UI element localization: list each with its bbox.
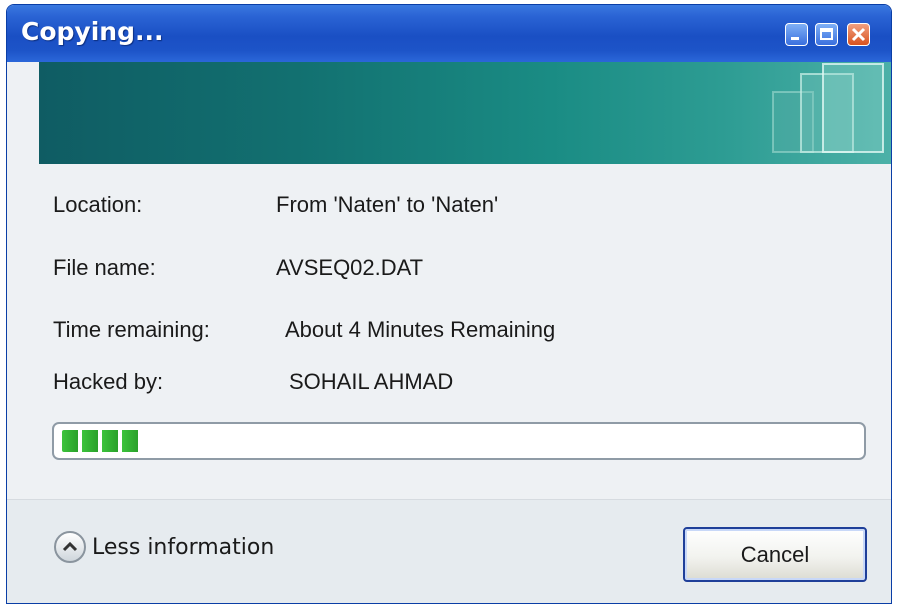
location-label: Location: (53, 192, 143, 217)
window-title: Copying... (21, 17, 164, 46)
location-value: From 'Naten' to 'Naten' (276, 192, 499, 217)
title-bar[interactable]: Copying... (7, 5, 891, 62)
time-remaining-label: Time remaining: (53, 317, 210, 342)
hacked-by-value: SOHAIL AHMAD (289, 369, 454, 394)
windows-graphic-icon (772, 63, 884, 153)
file-name-label: File name: (53, 255, 156, 280)
less-information-toggle[interactable]: Less information (54, 531, 274, 563)
close-icon (851, 27, 866, 42)
time-remaining-value: About 4 Minutes Remaining (285, 317, 556, 342)
cancel-button[interactable]: Cancel (683, 527, 867, 582)
maximize-button[interactable] (815, 23, 838, 46)
progress-fill (62, 430, 141, 452)
close-button[interactable] (847, 23, 870, 46)
minimize-button[interactable] (785, 23, 808, 46)
less-information-label: Less information (92, 534, 275, 560)
copy-dialog: Copying... Location: From 'Naten' to 'Na… (6, 4, 892, 604)
file-name-value: AVSEQ02.DAT (276, 255, 424, 280)
minimize-icon (791, 37, 799, 40)
copy-banner (39, 62, 891, 164)
copy-progress-bar (52, 422, 866, 460)
chevron-up-icon (54, 531, 86, 563)
maximize-icon (820, 28, 833, 40)
hacked-by-label: Hacked by: (53, 369, 164, 394)
